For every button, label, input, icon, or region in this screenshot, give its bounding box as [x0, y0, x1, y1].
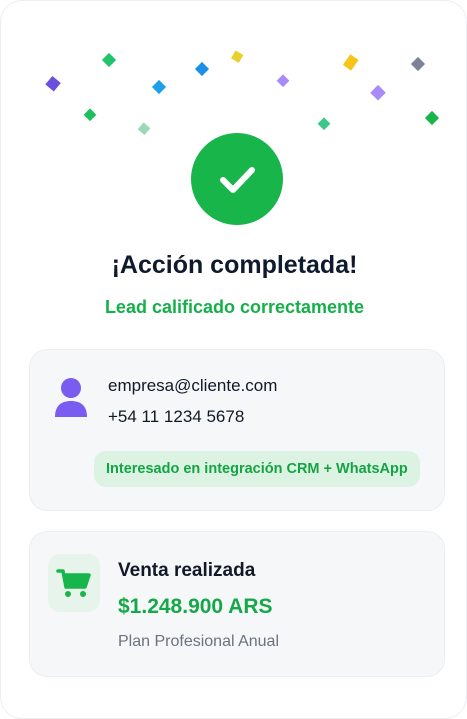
- confetti-piece: [276, 74, 290, 88]
- sale-plan: Plan Profesional Anual: [118, 633, 279, 650]
- confetti-piece: [342, 54, 359, 71]
- success-check-badge: [191, 133, 283, 225]
- confetti-piece: [101, 52, 117, 68]
- confetti-decoration: [45, 50, 440, 136]
- sale-icon-box: [48, 554, 100, 612]
- confetti-piece: [370, 84, 386, 101]
- sale-amount: $1.248.900 ARS: [118, 595, 273, 618]
- page-title: ¡Acción completada!: [111, 251, 358, 279]
- success-card: ¡Acción completada! Lead calificado corr…: [0, 0, 467, 719]
- confetti-piece: [194, 61, 210, 77]
- confetti-piece: [410, 56, 426, 72]
- lead-info-panel: empresa@cliente.com +54 11 1234 5678 Int…: [29, 349, 445, 511]
- sale-info-panel: Venta realizada $1.248.900 ARS Plan Prof…: [29, 531, 445, 677]
- page-subtitle: Lead calificado correctamente: [104, 297, 365, 317]
- lead-phone: +54 11 1234 5678: [108, 407, 245, 426]
- confetti-piece: [231, 50, 244, 63]
- check-icon: [220, 167, 255, 193]
- lead-email: empresa@cliente.com: [108, 376, 278, 395]
- user-icon: [55, 378, 87, 417]
- confetti-piece: [45, 75, 61, 92]
- sale-title: Venta realizada: [118, 560, 256, 581]
- confetti-piece: [137, 122, 151, 136]
- confetti-piece: [317, 117, 331, 131]
- confetti-piece: [151, 79, 167, 95]
- confetti-piece: [424, 110, 440, 126]
- interest-tag: Interesado en integración CRM + WhatsApp: [94, 451, 420, 487]
- confetti-piece: [83, 108, 97, 122]
- shopping-cart-icon: [56, 569, 91, 597]
